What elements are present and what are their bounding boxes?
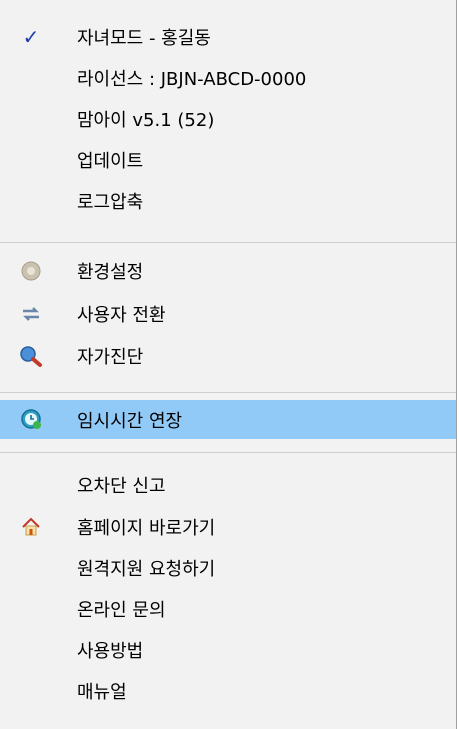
menu-item-label: 맘아이 v5.1 (52) [77,110,215,131]
menu-separator [0,452,456,453]
menu-item-label: 로그압축 [77,192,144,213]
menu-item-settings[interactable]: 환경설정 [0,252,456,290]
menu-item-label: 홈페이지 바로가기 [77,518,216,539]
menu-item-label: 온라인 문의 [77,600,166,621]
menu-item-homepage[interactable]: 홈페이지 바로가기 [0,508,456,546]
menu-item-online-inquiry[interactable]: 온라인 문의 [0,590,456,628]
magnifier-icon [18,344,44,368]
menu-separator [0,242,456,243]
menu-item-label: 사용자 전환 [77,305,166,326]
menu-item-remote-support[interactable]: 원격지원 요청하기 [0,549,456,587]
menu-item-label: 환경설정 [77,262,144,283]
menu-item-child-mode[interactable]: ✓ 자녀모드 - 홍길동 [0,18,456,56]
menu-item-version[interactable]: 맘아이 v5.1 (52) [0,100,456,138]
menu-separator [0,392,456,393]
menu-item-report-misblock[interactable]: 오차단 신고 [0,466,456,504]
menu-item-label: 사용방법 [77,641,144,662]
menu-item-label: 원격지원 요청하기 [77,559,216,580]
menu-item-label: 라이선스 : JBJN-ABCD-0000 [77,69,307,90]
context-menu: ✓ 자녀모드 - 홍길동 라이선스 : JBJN-ABCD-0000 맘아이 v… [0,0,457,729]
menu-item-self-diagnosis[interactable]: 자가진단 [0,337,456,375]
gear-icon [18,259,44,283]
menu-item-extend-time[interactable]: 임시시간 연장 [0,400,456,439]
menu-item-label: 업데이트 [77,151,144,172]
menu-item-label: 자녀모드 - 홍길동 [77,28,211,49]
menu-item-manual[interactable]: 매뉴얼 [0,672,456,710]
home-icon [18,515,44,539]
menu-item-switch-user[interactable]: 사용자 전환 [0,295,456,333]
menu-item-label: 임시시간 연장 [77,410,183,432]
menu-item-license[interactable]: 라이선스 : JBJN-ABCD-0000 [0,59,456,97]
clock-icon [18,407,44,431]
menu-item-compress-log[interactable]: 로그압축 [0,182,456,220]
check-icon: ✓ [22,25,40,49]
menu-item-label: 오차단 신고 [77,476,166,497]
menu-item-update[interactable]: 업데이트 [0,141,456,179]
menu-item-label: 매뉴얼 [77,682,127,703]
menu-item-label: 자가진단 [77,347,144,368]
switch-user-icon [18,302,44,326]
menu-item-how-to-use[interactable]: 사용방법 [0,631,456,669]
